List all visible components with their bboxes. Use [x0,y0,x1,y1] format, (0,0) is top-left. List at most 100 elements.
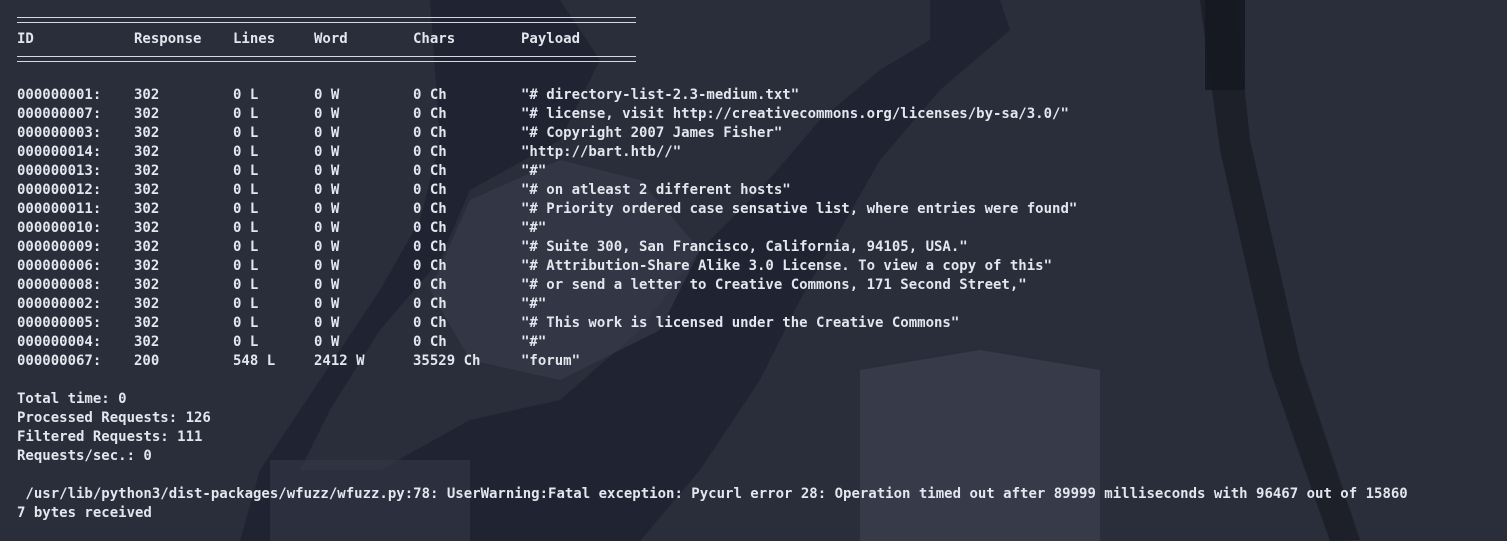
row-response: 302 [134,334,160,350]
row-response: 302 [134,296,160,312]
row-payload: "# Copyright 2007 James Fisher" [521,125,783,141]
results-header: ID Response Lines Word Chars Payload [17,30,580,49]
error-message-line-2: 7 bytes received [17,505,152,521]
row-payload: "http://bart.htb//" [521,144,682,160]
row-response: 302 [134,144,160,160]
row-word: 0 W [314,182,340,198]
row-response: 302 [134,277,160,293]
row-response: 302 [134,125,160,141]
row-response: 302 [134,258,160,274]
row-id: 000000001: [17,87,102,103]
summary-requests-per-sec: Requests/sec.: 0 [17,448,152,464]
row-response: 200 [134,353,160,369]
header-top-rule [17,17,636,23]
row-lines: 0 L [233,201,259,217]
row-response: 302 [134,106,160,122]
error-message-line-1: /usr/lib/python3/dist-packages/wfuzz/wfu… [17,486,1408,502]
row-chars: 0 Ch [413,277,447,293]
row-id: 000000011: [17,201,102,217]
row-chars: 0 Ch [413,144,447,160]
row-id: 000000003: [17,125,102,141]
row-id: 000000067: [17,353,102,369]
row-word: 0 W [314,315,340,331]
terminal-window[interactable]: ID Response Lines Word Chars Payload 000… [0,0,1507,541]
row-lines: 0 L [233,277,259,293]
row-lines: 548 L [233,353,276,369]
row-chars: 0 Ch [413,315,447,331]
row-response: 302 [134,239,160,255]
row-chars: 0 Ch [413,334,447,350]
row-word: 0 W [314,334,340,350]
row-word: 0 W [314,296,340,312]
row-id: 000000009: [17,239,102,255]
row-response: 302 [134,182,160,198]
header-payload: Payload [521,31,581,47]
row-lines: 0 L [233,258,259,274]
row-id: 000000004: [17,334,102,350]
row-chars: 0 Ch [413,201,447,217]
row-lines: 0 L [233,144,259,160]
row-payload: "# Attribution-Share Alike 3.0 License. … [521,258,1053,274]
row-word: 0 W [314,239,340,255]
row-chars: 0 Ch [413,87,447,103]
row-response: 302 [134,220,160,236]
header-response: Response [134,31,202,47]
row-id: 000000008: [17,277,102,293]
row-id: 000000010: [17,220,102,236]
row-payload: "# license, visit http://creativecommons… [521,106,1069,122]
row-chars: 0 Ch [413,163,447,179]
header-id: ID [17,31,34,47]
row-word: 0 W [314,163,340,179]
row-chars: 0 Ch [413,239,447,255]
header-word: Word [314,31,348,47]
row-word: 0 W [314,87,340,103]
row-word: 0 W [314,201,340,217]
row-word: 0 W [314,106,340,122]
row-lines: 0 L [233,163,259,179]
row-word: 0 W [314,258,340,274]
row-lines: 0 L [233,87,259,103]
row-id: 000000012: [17,182,102,198]
row-payload: "# on atleast 2 different hosts" [521,182,791,198]
row-id: 000000007: [17,106,102,122]
row-id: 000000014: [17,144,102,160]
row-lines: 0 L [233,125,259,141]
row-payload: "forum" [521,353,581,369]
row-payload: "# Priority ordered case sensative list,… [521,201,1078,217]
row-response: 302 [134,87,160,103]
header-chars: Chars [413,31,456,47]
summary-processed-requests: Processed Requests: 126 [17,410,211,426]
row-response: 302 [134,315,160,331]
row-lines: 0 L [233,182,259,198]
row-id: 000000005: [17,315,102,331]
row-word: 0 W [314,144,340,160]
row-chars: 0 Ch [413,220,447,236]
row-id: 000000006: [17,258,102,274]
row-word: 0 W [314,277,340,293]
row-payload: "#" [521,334,547,350]
row-lines: 0 L [233,315,259,331]
row-chars: 0 Ch [413,125,447,141]
row-response: 302 [134,163,160,179]
row-chars: 0 Ch [413,258,447,274]
row-payload: "# This work is licensed under the Creat… [521,315,960,331]
row-payload: "# or send a letter to Creative Commons,… [521,277,1027,293]
summary-filtered-requests: Filtered Requests: 111 [17,429,203,445]
row-id: 000000002: [17,296,102,312]
row-payload: "#" [521,220,547,236]
row-chars: 0 Ch [413,106,447,122]
row-lines: 0 L [233,296,259,312]
row-payload: "# Suite 300, San Francisco, California,… [521,239,968,255]
row-lines: 0 L [233,220,259,236]
row-payload: "# directory-list-2.3-medium.txt" [521,87,800,103]
row-lines: 0 L [233,106,259,122]
row-lines: 0 L [233,239,259,255]
row-word: 0 W [314,220,340,236]
row-word: 2412 W [314,353,365,369]
row-chars: 35529 Ch [413,353,481,369]
row-payload: "#" [521,296,547,312]
row-chars: 0 Ch [413,182,447,198]
summary-total-time: Total time: 0 [17,391,127,407]
row-word: 0 W [314,125,340,141]
header-lines: Lines [233,31,276,47]
